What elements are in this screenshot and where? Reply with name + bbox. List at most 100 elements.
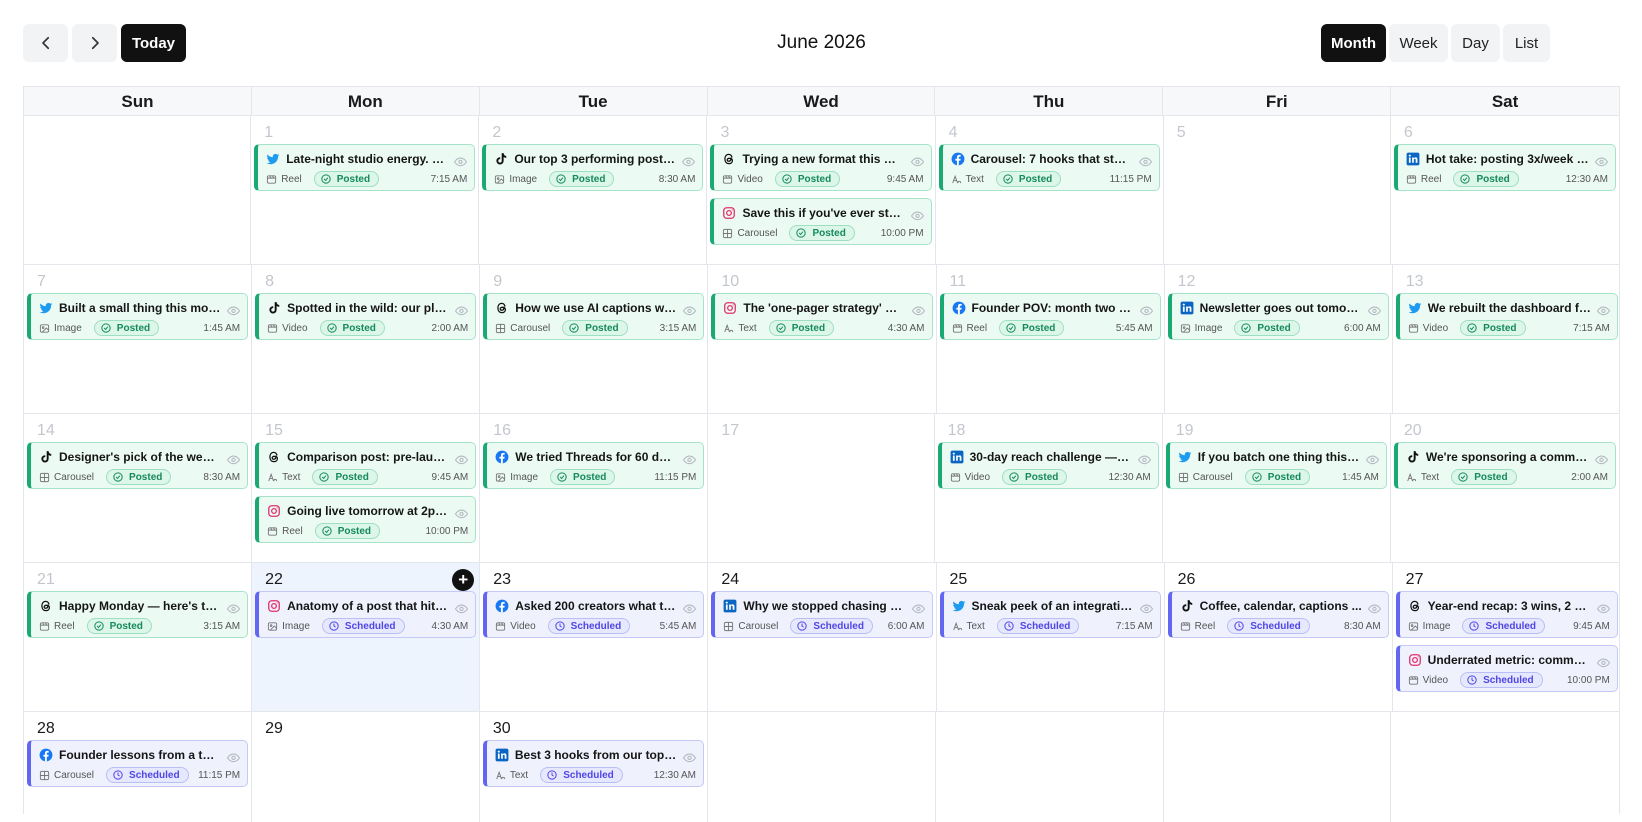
- day-cell-5[interactable]: 5: [1164, 116, 1391, 264]
- post-card[interactable]: Carousel: 7 hooks that stopp... Text Poste…: [938, 144, 1160, 191]
- eye-icon[interactable]: [1367, 303, 1381, 315]
- day-cell-25[interactable]: 25 Sneak peek of an integration... Text Sch…: [937, 563, 1165, 711]
- eye-icon[interactable]: [1594, 154, 1609, 166]
- post-card[interactable]: Founder POV: month two of ... Reel Posted 5…: [939, 293, 1161, 340]
- post-card[interactable]: Asked 200 creators what to... Video Schedu…: [483, 591, 705, 638]
- post-card[interactable]: If you batch one thing this w... Carousel…: [1165, 442, 1387, 489]
- post-card[interactable]: Founder lessons from a toug... Carousel Sc…: [27, 740, 249, 787]
- eye-icon[interactable]: [910, 154, 924, 166]
- eye-icon[interactable]: [683, 601, 697, 613]
- eye-icon[interactable]: [455, 506, 469, 518]
- post-card[interactable]: Hot take: posting 3x/week w... Reel Posted…: [1393, 144, 1616, 191]
- post-card[interactable]: Our top 3 performing posts ... Image Poste…: [482, 144, 704, 191]
- post-card[interactable]: Best 3 hooks from our top-p... Text Schedu…: [482, 740, 704, 787]
- post-card[interactable]: How we use AI captions with... Carousel Po…: [483, 293, 705, 340]
- post-card[interactable]: Happy Monday — here's the ... Reel Posted 3…: [27, 591, 249, 638]
- day-cell-6[interactable]: 6 Hot take: posting 3x/week w... Reel Poste…: [1391, 116, 1619, 264]
- post-format: Text: [952, 621, 985, 632]
- post-card[interactable]: 30-day reach challenge — w... Video Posted…: [937, 442, 1159, 489]
- eye-icon[interactable]: [1139, 601, 1153, 613]
- post-time: 7:15 AM: [1115, 620, 1153, 632]
- day-cell-20[interactable]: 20 We're sponsoring a commun... Text Posted…: [1391, 414, 1619, 562]
- eye-icon[interactable]: [1596, 303, 1610, 315]
- view-month-button[interactable]: Month: [1321, 24, 1386, 62]
- eye-icon[interactable]: [1139, 303, 1153, 315]
- post-card[interactable]: Going live tomorrow at 2pm ... Reel Posted…: [255, 496, 477, 543]
- day-cell-14[interactable]: 14 Designer's pick of the week:... Carouse…: [24, 414, 253, 562]
- day-cell-9[interactable]: 9 How we use AI captions with... Carousel P…: [480, 265, 709, 413]
- day-cell-23[interactable]: 23 Asked 200 creators what to... Video Sche…: [480, 563, 709, 711]
- eye-icon[interactable]: [227, 452, 241, 464]
- day-cell-27[interactable]: 27 Year-end recap: 3 wins, 2 mi... Image Sc…: [1393, 563, 1621, 711]
- post-card[interactable]: Why we stopped chasing vir... Carousel Sch…: [711, 591, 933, 638]
- day-cell-3[interactable]: 3 Trying a new format this we... Video Post…: [707, 116, 936, 264]
- post-card[interactable]: We tried Threads for 60 day... Image Poste…: [483, 442, 705, 489]
- day-cell-18[interactable]: 18 30-day reach challenge — w... Video Post…: [935, 414, 1163, 562]
- eye-icon[interactable]: [1138, 154, 1152, 166]
- day-cell-1[interactable]: 1 Late-night studio energy. Bi... Reel Post…: [251, 116, 480, 264]
- day-cell-19[interactable]: 19 If you batch one thing this w... Carous…: [1163, 414, 1391, 562]
- day-cell-10[interactable]: 10 The 'one-pager strategy' we... Text Post…: [708, 265, 937, 413]
- day-cell-22[interactable]: 22 + Anatomy of a post that hit 1... Image S…: [252, 563, 481, 711]
- view-week-button[interactable]: Week: [1389, 24, 1448, 62]
- eye-icon[interactable]: [1596, 655, 1610, 667]
- post-card[interactable]: Trying a new format this we... Video Poste…: [710, 144, 932, 191]
- post-card[interactable]: Newsletter goes out tomorro... Image Poste…: [1167, 293, 1389, 340]
- day-cell-24[interactable]: 24 Why we stopped chasing vir... Carousel S…: [708, 563, 937, 711]
- eye-icon[interactable]: [455, 601, 469, 613]
- day-cell-15[interactable]: 15 Comparison post: pre-launc... Text Poste…: [252, 414, 481, 562]
- eye-icon[interactable]: [683, 303, 697, 315]
- day-cell-4[interactable]: 4 Carousel: 7 hooks that stopp... Text Post…: [936, 116, 1164, 264]
- post-card[interactable]: Coffee, calendar, captions ... Reel Schedu…: [1167, 591, 1389, 638]
- day-cell-30[interactable]: 30 Best 3 hooks from our top-p... Text Sche…: [480, 712, 708, 822]
- post-card[interactable]: We're sponsoring a commun... Text Posted 2:…: [1393, 442, 1616, 489]
- post-card[interactable]: Built a small thing this morni... Image Po…: [27, 293, 249, 340]
- day-cell-17[interactable]: 17: [708, 414, 935, 562]
- post-card[interactable]: Sneak peek of an integration... Text Sched…: [939, 591, 1161, 638]
- eye-icon[interactable]: [227, 601, 241, 613]
- eye-icon[interactable]: [455, 303, 469, 315]
- post-card[interactable]: Year-end recap: 3 wins, 2 mi... Image Sche…: [1395, 591, 1618, 638]
- post-card[interactable]: Designer's pick of the week:... Carousel P…: [27, 442, 249, 489]
- post-time: 9:45 AM: [431, 471, 469, 483]
- eye-icon[interactable]: [1367, 601, 1381, 613]
- day-cell-21[interactable]: 21 Happy Monday — here's the ... Reel Poste…: [24, 563, 253, 711]
- post-card[interactable]: Save this if you've ever star... Carousel…: [710, 198, 932, 245]
- day-cell-16[interactable]: 16 We tried Threads for 60 day... Image Pos…: [480, 414, 709, 562]
- eye-icon[interactable]: [911, 601, 925, 613]
- day-cell-12[interactable]: 12 Newsletter goes out tomorro... Image Pos…: [1165, 265, 1393, 413]
- post-card[interactable]: Late-night studio energy. Bi... Reel Poste…: [254, 144, 476, 191]
- eye-icon[interactable]: [910, 208, 924, 220]
- post-card[interactable]: We rebuilt the dashboard fro... Video Post…: [1395, 293, 1618, 340]
- today-button[interactable]: Today: [121, 24, 186, 62]
- eye-icon[interactable]: [455, 452, 469, 464]
- eye-icon[interactable]: [454, 154, 468, 166]
- post-card[interactable]: Comparison post: pre-launc... Text Posted 9…: [255, 442, 477, 489]
- post-card[interactable]: Underrated metric: commen... Video Schedul…: [1395, 645, 1618, 692]
- day-cell-13[interactable]: 13 We rebuilt the dashboard fro... Video Po…: [1393, 265, 1621, 413]
- eye-icon[interactable]: [911, 303, 925, 315]
- day-cell-28[interactable]: 28 Founder lessons from a toug... Carousel…: [24, 712, 253, 822]
- eye-icon[interactable]: [1137, 452, 1151, 464]
- eye-icon[interactable]: [227, 750, 241, 762]
- eye-icon[interactable]: [1365, 452, 1379, 464]
- eye-icon[interactable]: [1594, 452, 1609, 464]
- eye-icon[interactable]: [682, 750, 697, 762]
- day-cell-2[interactable]: 2 Our top 3 performing posts ... Image Post…: [479, 116, 708, 264]
- day-cell-29[interactable]: 29: [252, 712, 480, 822]
- view-day-button[interactable]: Day: [1451, 24, 1500, 62]
- eye-icon[interactable]: [682, 154, 696, 166]
- post-card[interactable]: Spotted in the wild: our plan... Video Pos…: [255, 293, 477, 340]
- post-card[interactable]: Anatomy of a post that hit 1... Image Sche…: [255, 591, 477, 638]
- day-cell-8[interactable]: 8 Spotted in the wild: our plan... Video Po…: [252, 265, 481, 413]
- day-cell-11[interactable]: 11 Founder POV: month two of ... Reel Poste…: [937, 265, 1165, 413]
- next-month-button[interactable]: [72, 24, 117, 62]
- day-cell-7[interactable]: 7 Built a small thing this morni... Image P…: [24, 265, 253, 413]
- eye-icon[interactable]: [227, 303, 241, 315]
- day-cell-26[interactable]: 26 Coffee, calendar, captions ... Reel Sche…: [1165, 563, 1393, 711]
- eye-icon[interactable]: [1596, 601, 1610, 613]
- eye-icon[interactable]: [683, 452, 697, 464]
- view-list-button[interactable]: List: [1503, 24, 1550, 62]
- prev-month-button[interactable]: [23, 24, 68, 62]
- post-card[interactable]: The 'one-pager strategy' we... Text Posted…: [711, 293, 933, 340]
